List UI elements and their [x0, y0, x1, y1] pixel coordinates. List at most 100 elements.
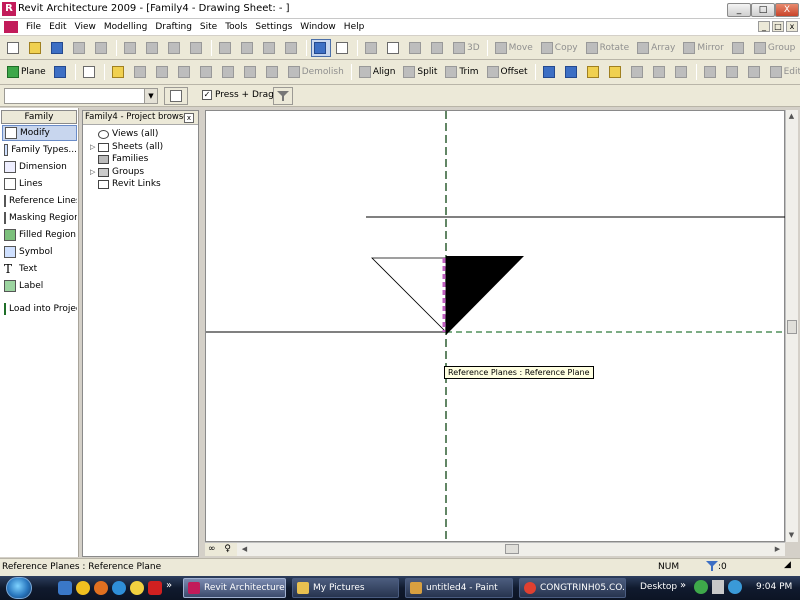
scale-button[interactable] [672, 63, 692, 81]
browser-item-families[interactable]: Families [90, 154, 148, 164]
tray-volume-icon[interactable] [712, 580, 724, 594]
undo-list-button[interactable] [238, 39, 258, 57]
open-button[interactable] [26, 39, 46, 57]
cut-geometry-button[interactable] [175, 63, 195, 81]
save-button[interactable] [48, 39, 68, 57]
unjoin-geometry-button[interactable] [241, 63, 261, 81]
spelling-button[interactable] [80, 63, 100, 81]
desktop-more-icon[interactable]: » [680, 580, 686, 591]
group-button[interactable]: Group [751, 39, 798, 57]
desktop-toolbar[interactable]: Desktop [640, 582, 677, 592]
scroll-left-icon[interactable]: ◀ [239, 544, 250, 555]
reference-plane-button[interactable]: Plane [4, 63, 49, 81]
quick-launch-messenger-icon[interactable] [130, 581, 144, 595]
menu-modelling[interactable]: Modelling [100, 22, 151, 32]
design-item-load-into-project[interactable]: Load into Project [2, 301, 77, 317]
filled-triangle[interactable] [446, 256, 524, 335]
design-item-label[interactable]: Label [2, 278, 77, 294]
copy-clipboard-button[interactable] [143, 39, 163, 57]
wall-joins-button[interactable] [263, 63, 283, 81]
grid-button[interactable] [51, 63, 71, 81]
tray-app-icon[interactable] [728, 580, 742, 594]
design-item-family-types[interactable]: Family Types... [2, 142, 77, 158]
quick-launch-more-icon[interactable]: » [166, 580, 172, 591]
design-item-reference-lines[interactable]: Reference Lines [2, 193, 77, 209]
design-item-symbol[interactable]: Symbol [2, 244, 77, 260]
shading-button[interactable] [428, 39, 448, 57]
cut-button[interactable] [121, 39, 141, 57]
move-button[interactable]: Move [492, 39, 536, 57]
menu-file[interactable]: File [22, 22, 45, 32]
paint-button[interactable] [153, 63, 173, 81]
list-button[interactable] [701, 63, 721, 81]
menu-edit[interactable]: Edit [45, 22, 70, 32]
tree-expander[interactable]: ▷ [90, 168, 98, 176]
taskbar-item-my-pictures[interactable]: My Pictures [292, 578, 399, 598]
browser-item-revit-links[interactable]: Revit Links [90, 179, 161, 189]
demolish-button[interactable]: Demolish [285, 63, 347, 81]
browser-item-views[interactable]: Views (all) [90, 129, 158, 139]
copy-to-clipboard-button[interactable] [606, 63, 626, 81]
document-icon[interactable] [4, 21, 18, 33]
resize-button[interactable] [729, 39, 749, 57]
array-button[interactable]: Array [634, 39, 678, 57]
paste-button[interactable] [165, 39, 185, 57]
quick-launch-browser-icon[interactable] [112, 581, 126, 595]
design-item-modify[interactable]: Modify [2, 125, 77, 141]
mirror-button[interactable]: Mirror [680, 39, 727, 57]
mdi-minimize-button[interactable]: _ [758, 21, 770, 32]
new-button[interactable] [4, 39, 24, 57]
rotate-button[interactable]: Rotate [583, 39, 632, 57]
close-button[interactable]: X [775, 3, 799, 17]
drawing-canvas[interactable] [205, 110, 786, 543]
view-control-bar[interactable]: ∞ ♀ [205, 542, 237, 556]
project-browser-close-button[interactable]: x [184, 113, 194, 123]
lightbulb-icon[interactable]: ♀ [224, 544, 231, 554]
revit-app-icon[interactable]: R [2, 2, 16, 16]
tray-network-icon[interactable] [694, 580, 708, 594]
create-similar-button[interactable] [540, 63, 560, 81]
filter-button[interactable] [273, 87, 293, 105]
zoom-button[interactable] [384, 39, 404, 57]
pin-button[interactable] [562, 63, 582, 81]
align-button[interactable]: Align [356, 63, 399, 81]
design-bar-tab-family[interactable]: Family [1, 110, 77, 124]
orbit-button[interactable] [362, 39, 382, 57]
element-properties-button[interactable] [164, 87, 188, 105]
vertical-scroll-thumb[interactable] [787, 320, 797, 334]
print-button[interactable] [92, 39, 112, 57]
offset-button[interactable]: Offset [484, 63, 531, 81]
unhide-element-button[interactable] [650, 63, 670, 81]
design-item-dimension[interactable]: Dimension [2, 159, 77, 175]
quick-launch-desktop-icon[interactable] [58, 581, 72, 595]
mdi-restore-button[interactable]: □ [772, 21, 784, 32]
menu-site[interactable]: Site [196, 22, 221, 32]
menu-help[interactable]: Help [340, 22, 369, 32]
scroll-down-icon[interactable]: ▼ [786, 530, 797, 541]
minimize-button[interactable]: _ [727, 3, 751, 17]
sync-button[interactable] [70, 39, 90, 57]
undo-button[interactable] [216, 39, 236, 57]
menu-drafting[interactable]: Drafting [151, 22, 196, 32]
edit-group-button[interactable]: Edit G [767, 63, 800, 81]
hide-element-button[interactable] [628, 63, 648, 81]
menu-tools[interactable]: Tools [221, 22, 251, 32]
selection-filter[interactable]: :0 [706, 561, 727, 572]
quick-launch-firefox-icon[interactable] [94, 581, 108, 595]
design-item-lines[interactable]: Lines [2, 176, 77, 192]
design-item-text[interactable]: T Text [2, 261, 77, 277]
press-drag-option[interactable]: ✓ Press + Drag [202, 90, 274, 100]
split-button[interactable]: Split [400, 63, 440, 81]
design-item-filled-region[interactable]: Filled Region [2, 227, 77, 243]
horizontal-scroll-thumb[interactable] [505, 544, 519, 554]
tree-expander[interactable]: ▷ [90, 143, 98, 151]
match-type-button[interactable] [131, 63, 151, 81]
join-geometry-button[interactable] [219, 63, 239, 81]
default-3d-view-button[interactable]: 3D [450, 39, 483, 57]
taskbar-item-paint[interactable]: untitled4 - Paint [405, 578, 513, 598]
thin-lines-button[interactable] [311, 38, 331, 57]
menu-settings[interactable]: Settings [251, 22, 296, 32]
delete-button[interactable] [187, 39, 207, 57]
redo-button[interactable] [260, 39, 280, 57]
taskbar-item-revit[interactable]: Revit Architecture ... [183, 578, 286, 598]
